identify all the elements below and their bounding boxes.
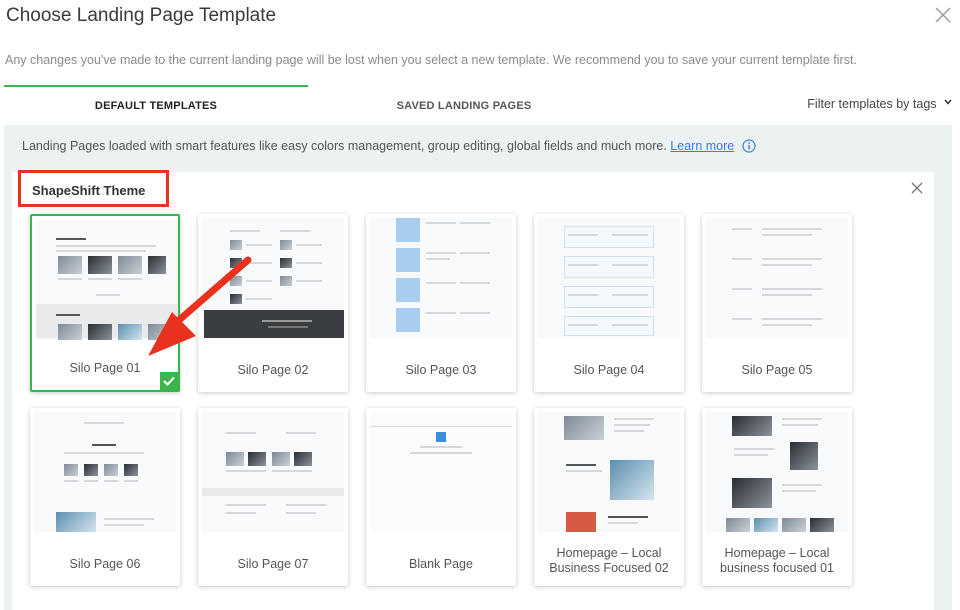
template-card-homepage-local-business-02[interactable]: Homepage – Local Business Focused 02 <box>534 408 684 586</box>
template-card-homepage-local-business-01[interactable]: Homepage – Local business focused 01 <box>702 408 852 586</box>
template-thumbnail <box>538 218 680 338</box>
template-tabs: DEFAULT TEMPLATES SAVED LANDING PAGES Fi… <box>4 85 952 125</box>
template-thumbnail <box>706 412 848 532</box>
dialog-title: Choose Landing Page Template <box>6 5 277 26</box>
info-text: Landing Pages loaded with smart features… <box>22 139 667 153</box>
template-label: Silo Page 02 <box>237 363 309 377</box>
template-label: Blank Page <box>409 557 473 571</box>
theme-name: ShapeShift Theme <box>18 170 169 207</box>
template-card-blank-page[interactable]: Blank Page <box>366 408 516 586</box>
filter-templates-dropdown[interactable]: Filter templates by tags <box>807 97 952 111</box>
filter-label: Filter templates by tags <box>807 97 937 111</box>
close-theme-icon[interactable] <box>910 181 924 195</box>
template-label: Homepage – Local business focused 01 <box>720 546 834 575</box>
template-label: Silo Page 06 <box>69 557 141 571</box>
info-icon[interactable] <box>742 139 756 153</box>
template-label: Silo Page 07 <box>237 557 309 571</box>
template-label: Silo Page 03 <box>405 363 477 377</box>
close-icon[interactable] <box>933 5 953 25</box>
template-thumbnail <box>538 412 680 532</box>
template-label: Silo Page 01 <box>69 361 141 375</box>
template-label: Homepage – Local Business Focused 02 <box>549 546 669 575</box>
template-card-silo-page-03[interactable]: Silo Page 03 <box>366 214 516 392</box>
selected-check-icon <box>160 372 178 390</box>
template-thumbnail <box>202 218 344 338</box>
template-thumbnail <box>370 412 512 532</box>
template-card-silo-page-05[interactable]: Silo Page 05 <box>702 214 852 392</box>
info-line: Landing Pages loaded with smart features… <box>22 139 756 153</box>
tab-saved-landing-pages[interactable]: SAVED LANDING PAGES <box>308 85 620 125</box>
template-thumbnail <box>706 218 848 338</box>
template-thumbnail <box>370 218 512 338</box>
template-card-silo-page-01[interactable]: Silo Page 01 <box>30 214 180 392</box>
learn-more-link[interactable]: Learn more <box>670 139 734 153</box>
template-thumbnail <box>202 412 344 532</box>
template-card-silo-page-07[interactable]: Silo Page 07 <box>198 408 348 586</box>
template-thumbnail <box>34 412 176 532</box>
template-label: Silo Page 04 <box>573 363 645 377</box>
warning-notice: Any changes you've made to the current l… <box>5 53 857 67</box>
template-thumbnail <box>36 220 178 340</box>
tab-default-templates[interactable]: DEFAULT TEMPLATES <box>4 85 308 125</box>
chevron-down-icon <box>944 99 952 105</box>
template-card-silo-page-06[interactable]: Silo Page 06 <box>30 408 180 586</box>
template-label: Silo Page 05 <box>741 363 813 377</box>
template-card-silo-page-04[interactable]: Silo Page 04 <box>534 214 684 392</box>
template-card-silo-page-02[interactable]: Silo Page 02 <box>198 214 348 392</box>
